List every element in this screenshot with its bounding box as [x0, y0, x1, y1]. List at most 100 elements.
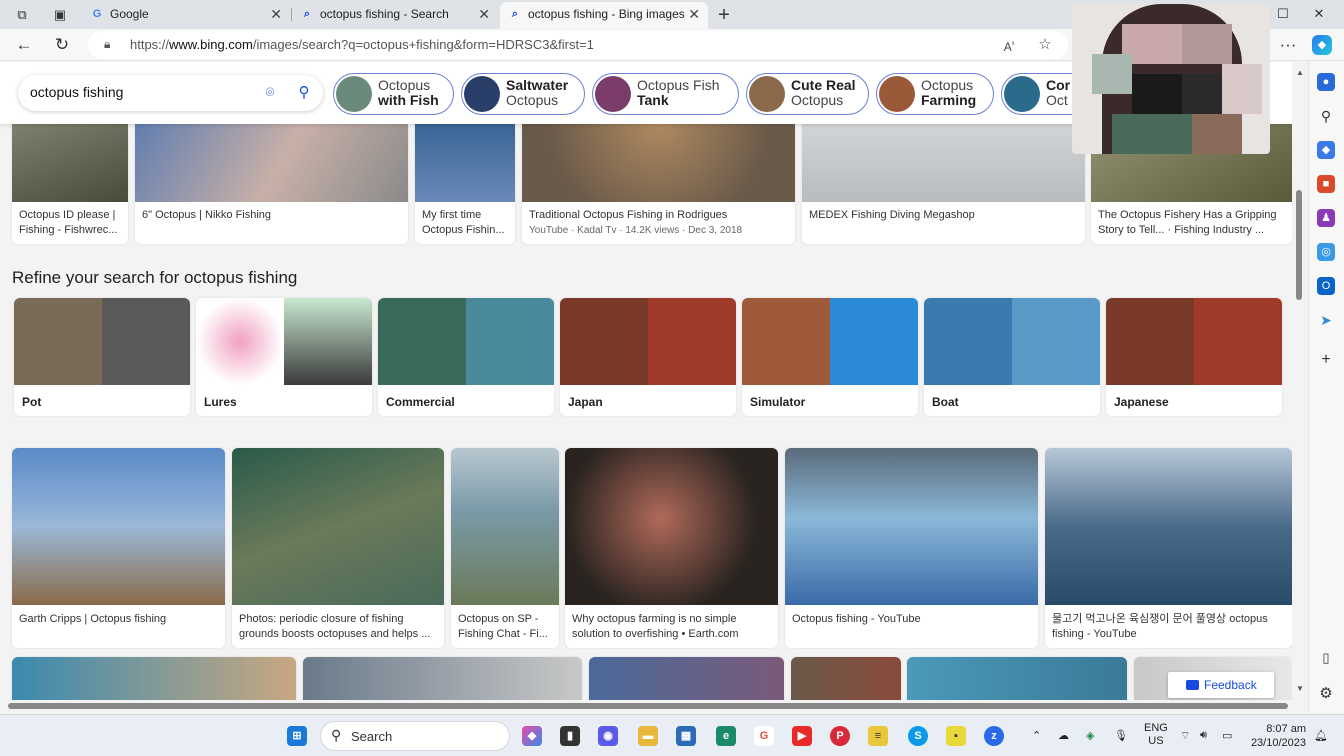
result-thumbnail[interactable]: [232, 448, 444, 605]
result-caption[interactable]: Octopus on SP - Fishing Chat - Fi...: [458, 612, 553, 642]
refine-item-japanese[interactable]: Japanese: [1106, 298, 1282, 416]
result-caption[interactable]: Octopus fishing - YouTube: [792, 612, 1032, 627]
image-result-card[interactable]: Garth Cripps | Octopus fishing: [12, 448, 225, 648]
related-chip[interactable]: Octopus Farming: [876, 73, 994, 115]
close-tab-icon[interactable]: ✕: [270, 2, 282, 26]
outlook-icon[interactable]: O: [1317, 277, 1335, 295]
read-aloud-icon[interactable]: Aᵃ: [1000, 36, 1018, 54]
image-result-card[interactable]: [303, 657, 582, 700]
refine-item-boat[interactable]: Boat: [924, 298, 1100, 416]
zoom-icon[interactable]: z: [984, 726, 1004, 746]
store-icon[interactable]: ▦: [676, 726, 696, 746]
chevron-up-icon[interactable]: ⌃: [1032, 729, 1041, 742]
search-icon[interactable]: ⚲: [1317, 107, 1335, 125]
back-arrow-icon[interactable]: ←: [12, 33, 36, 57]
tab-google[interactable]: G Google ✕: [82, 2, 290, 29]
microphone-icon[interactable]: 🎙︎: [1114, 729, 1128, 742]
sidebar-toggle-icon[interactable]: ▯: [1317, 649, 1335, 667]
cloud-icon[interactable]: ☁: [1058, 729, 1069, 742]
new-tab-button[interactable]: +: [714, 5, 734, 25]
address-bar[interactable]: 🔒︎ https://www.bing.com/images/search?q=…: [88, 31, 1068, 59]
search-box[interactable]: octopus fishing ⌾ ⚲: [18, 75, 323, 111]
shopping-tag-icon[interactable]: ◆: [1317, 141, 1335, 159]
pinterest-icon[interactable]: P: [830, 726, 850, 746]
workspaces-icon[interactable]: ⧉: [12, 5, 32, 25]
result-caption[interactable]: Octopus ID please | Fishing - Fishwrec..…: [19, 208, 122, 238]
refine-item-simulator[interactable]: Simulator: [742, 298, 918, 416]
taskbar-search[interactable]: ⚲ Search: [320, 721, 510, 751]
image-result-card[interactable]: [791, 657, 901, 700]
result-thumbnail[interactable]: [12, 448, 225, 605]
file-explorer-icon[interactable]: ▬: [638, 726, 658, 746]
visual-search-icon[interactable]: ⌾: [260, 83, 280, 103]
result-thumbnail[interactable]: [1045, 448, 1292, 605]
copilot-icon[interactable]: ◆: [1312, 35, 1332, 55]
result-caption[interactable]: MEDEX Fishing Diving Megashop: [809, 208, 1079, 223]
speaker-icon[interactable]: 🔊︎: [1200, 729, 1207, 742]
refine-item-lures[interactable]: Lures: [196, 298, 372, 416]
lock-icon[interactable]: 🔒︎: [104, 37, 116, 51]
add-icon[interactable]: +: [1317, 351, 1335, 369]
refine-label[interactable]: Japan: [568, 395, 603, 409]
result-caption[interactable]: Garth Cripps | Octopus fishing: [19, 612, 219, 627]
search-input[interactable]: octopus fishing: [30, 84, 123, 100]
games-icon[interactable]: ♟: [1317, 209, 1335, 227]
scrollbar-thumb[interactable]: [8, 703, 1288, 709]
settings-gear-icon[interactable]: ⚙: [1317, 685, 1335, 703]
image-result-card[interactable]: Octopus on SP - Fishing Chat - Fi...: [451, 448, 559, 648]
vertical-tabs-icon[interactable]: ▣: [50, 5, 70, 25]
image-result-card[interactable]: [12, 657, 296, 700]
result-thumbnail[interactable]: [565, 448, 778, 605]
skype-icon[interactable]: S: [908, 726, 928, 746]
refine-label[interactable]: Japanese: [1114, 395, 1169, 409]
image-result-card[interactable]: [907, 657, 1127, 700]
close-tab-icon[interactable]: ✕: [688, 2, 700, 26]
chat-icon[interactable]: ◉: [598, 726, 618, 746]
sticky-notes-icon[interactable]: ▪: [946, 726, 966, 746]
related-chip[interactable]: Octopus with Fish: [333, 73, 454, 115]
favorite-star-icon[interactable]: ☆: [1036, 36, 1054, 54]
vertical-scrollbar[interactable]: ▲ ▼: [1292, 62, 1308, 700]
search-icon[interactable]: ⚲: [294, 83, 314, 103]
windows-start-icon[interactable]: ⊞: [287, 726, 307, 746]
battery-icon[interactable]: ▭: [1222, 729, 1232, 742]
close-window-button[interactable]: ✕: [1304, 3, 1334, 25]
feedback-button[interactable]: Feedback: [1168, 672, 1274, 698]
youtube-icon[interactable]: ▶: [792, 726, 812, 746]
clock[interactable]: 8:07 am 23/10/2023: [1250, 722, 1306, 750]
tab-bing-images[interactable]: ⌕ octopus fishing - Bing images ✕: [500, 2, 708, 29]
close-tab-icon[interactable]: ✕: [478, 2, 490, 26]
image-result-card[interactable]: Why octopus farming is no simple solutio…: [565, 448, 778, 648]
more-menu-icon[interactable]: ···: [1276, 33, 1300, 57]
office-icon[interactable]: ◎: [1317, 243, 1335, 261]
tab-search[interactable]: ⌕ octopus fishing - Search ✕: [292, 2, 498, 29]
edge-icon[interactable]: e: [716, 726, 736, 746]
image-result-card[interactable]: 물고기 먹고나온 육심쟁이 문어 풀영상 octopus fishing - Y…: [1045, 448, 1292, 648]
notepad-icon[interactable]: ≡: [868, 726, 888, 746]
result-caption[interactable]: Photos: periodic closure of fishing grou…: [239, 612, 438, 642]
scrollbar-thumb[interactable]: [1296, 190, 1302, 300]
refine-item-japan[interactable]: Japan: [560, 298, 736, 416]
result-caption[interactable]: Traditional Octopus Fishing in Rodrigues: [529, 208, 789, 223]
image-result-card[interactable]: Photos: periodic closure of fishing grou…: [232, 448, 444, 648]
refine-item-commercial[interactable]: Commercial: [378, 298, 554, 416]
result-caption[interactable]: The Octopus Fishery Has a Gripping Story…: [1098, 208, 1286, 238]
refine-label[interactable]: Simulator: [750, 395, 805, 409]
related-chip[interactable]: Saltwater Octopus: [461, 73, 585, 115]
send-icon[interactable]: ➤: [1317, 311, 1335, 329]
bell-icon[interactable]: ●: [1317, 73, 1335, 91]
related-chip[interactable]: Cute Real Octopus: [746, 73, 869, 115]
horizontal-scrollbar[interactable]: [0, 700, 1308, 712]
result-caption[interactable]: My first time Octopus Fishin...: [422, 208, 509, 238]
image-result-card[interactable]: [589, 657, 784, 700]
chrome-icon[interactable]: G: [754, 726, 774, 746]
refine-item-pot[interactable]: Pot: [14, 298, 190, 416]
language-indicator[interactable]: ENG US: [1144, 722, 1168, 748]
refresh-icon[interactable]: ↻: [50, 33, 74, 57]
task-view-icon[interactable]: ▮: [560, 726, 580, 746]
image-result-card[interactable]: Octopus fishing - YouTube: [785, 448, 1038, 648]
refine-label[interactable]: Commercial: [386, 395, 455, 409]
result-caption[interactable]: 6" Octopus | Nikko Fishing: [142, 208, 402, 223]
refine-label[interactable]: Pot: [22, 395, 41, 409]
result-caption[interactable]: 물고기 먹고나온 육심쟁이 문어 풀영상 octopus fishing - Y…: [1052, 612, 1286, 642]
